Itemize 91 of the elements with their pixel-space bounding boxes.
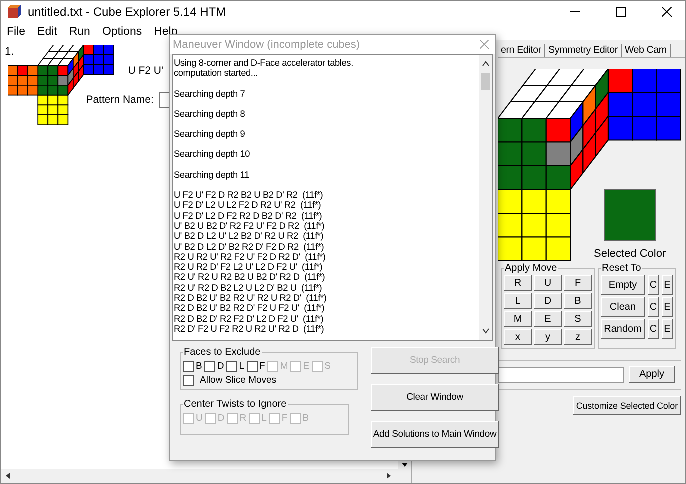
checkbox[interactable] (204, 361, 216, 372)
pattern-index: 1. (5, 46, 14, 58)
output-line: U' B2 U B2 D' R2 F2 U' F2 D R2 (11f*) (174, 220, 326, 232)
checkbox-label: R (240, 413, 247, 424)
reset-e-button[interactable]: E (662, 297, 673, 317)
checkbox[interactable] (183, 375, 194, 386)
move-button[interactable]: D (534, 293, 562, 309)
color-swatch[interactable] (604, 189, 656, 241)
checkbox-label: Allow Slice Moves (200, 375, 277, 386)
customize-color-button[interactable]: Customize Selected Color (573, 396, 681, 415)
horizontal-scrollbar[interactable] (1, 469, 411, 483)
dialog-title: Maneuver Window (incomplete cubes) (173, 38, 360, 50)
checkbox-label: B (302, 413, 310, 424)
apply-button[interactable]: Apply (629, 366, 675, 383)
right-arrow-icon[interactable] (385, 472, 393, 480)
reset-c-button[interactable]: C (648, 319, 659, 339)
move-button[interactable]: U (534, 275, 562, 291)
reset-button[interactable]: Empty (601, 275, 645, 295)
move-button[interactable]: x (504, 329, 532, 345)
reset-c-button[interactable]: C (648, 275, 659, 295)
output-line: U F2 U' F2 D R2 B2 U B2 D' R2 (11f*) (174, 190, 324, 200)
output-line: Searching depth 9 (174, 129, 246, 140)
menu-item[interactable]: Options (102, 26, 142, 38)
output-line: U F2 D' L2 U L2 F2 D R2 U' R2 (11f*) (174, 200, 322, 211)
checkbox-label: B (196, 361, 202, 372)
move-button[interactable]: y (534, 329, 562, 345)
output-line: R2 D' F2 U F2 R2 U R2 U' R2 D (11f*) (174, 324, 326, 334)
checkbox-label: U (196, 413, 203, 424)
reset-c-button[interactable]: C (648, 297, 659, 317)
output-line: Using 8-corner and D-Face accelerator tables. (174, 58, 354, 68)
output-line: U' B2 D L2 D' B2 R2 D' F2 D R2 (11f*) (174, 242, 326, 252)
checkbox-label: M (280, 361, 288, 372)
checkbox-label: E (303, 361, 310, 372)
output-line: R2 D B2 D' R2 F2 D' L2 D F2 U' (11f*) (174, 314, 325, 324)
output-line: R2 D B2 U' B2 R2 D' F2 U F2 U' (11f*) (174, 303, 325, 314)
move-button[interactable]: L (504, 293, 532, 309)
dialog-button[interactable]: Clear Window (371, 384, 499, 411)
swatch-label: Selected Color (594, 248, 666, 260)
checkbox-label: D (218, 413, 225, 424)
output-line: R2 D B2 U' B2 R2 U' R2 U R2 D' (11f*) (174, 293, 328, 304)
checkbox-label: D (217, 361, 224, 372)
reset-button[interactable]: Random (601, 319, 645, 339)
maneuver-input[interactable] (498, 366, 624, 382)
group-title: Apply Move (504, 263, 558, 274)
output-line: R2 U' R2 D B2 L2 U L2 D' B2 U (11f*) (174, 282, 324, 294)
output-line: R2 U R2 U' R2 F2 U' F2 D R2 D' (11f*) (174, 252, 327, 262)
checkbox-label: S (324, 361, 331, 372)
vertical-scrollbar[interactable] (479, 55, 492, 340)
group-title: Reset To (601, 263, 642, 274)
output-line: Searching depth 7 (174, 88, 246, 99)
left-arrow-icon[interactable] (4, 472, 12, 480)
reset-e-button[interactable]: E (662, 319, 673, 339)
reset-e-button[interactable]: E (662, 275, 673, 295)
move-button[interactable]: R (504, 275, 532, 291)
output-line: Searching depth 10 (174, 149, 252, 160)
group-title: Center Twists to Ignore (183, 399, 288, 410)
pattern-name-label: Pattern Name: (86, 94, 154, 106)
dialog-button[interactable]: Add Solutions to Main Window (371, 421, 499, 448)
app-icon (7, 5, 21, 19)
output-line: U F2 D' L2 D F2 R2 D B2 D' R2 (11f*) (174, 210, 324, 221)
checkbox[interactable] (246, 361, 258, 372)
checkbox-label: F (260, 361, 266, 372)
output-line: computation started... (174, 68, 259, 79)
output-line: R2 U' R2 U R2 B2 U B2 D' R2 D (11f*) (174, 272, 326, 283)
menu-item[interactable]: File (7, 26, 26, 38)
checkbox-label: F (282, 413, 288, 424)
output-line: Searching depth 11 (174, 170, 250, 180)
reset-button[interactable]: Clean (601, 297, 645, 317)
window-title: untitled.txt - Cube Explorer 5.14 HTM (28, 5, 226, 19)
move-button[interactable]: E (534, 311, 562, 327)
output-line: U' B2 D L2 U' L2 B2 D' R2 U R2 (11f*) (174, 231, 325, 242)
output-line: Searching depth 8 (174, 108, 246, 120)
checkbox-label: L (239, 361, 245, 372)
checkbox[interactable] (226, 361, 238, 372)
close-icon[interactable] (662, 7, 672, 17)
tab[interactable]: Web Cam (622, 44, 671, 57)
group-title: Faces to Exclude (183, 347, 262, 358)
down-arrow-icon[interactable] (400, 461, 408, 469)
move-button[interactable]: z (564, 329, 592, 345)
move-button[interactable]: B (564, 293, 592, 309)
move-button[interactable]: F (564, 275, 592, 291)
move-button[interactable]: S (564, 311, 592, 327)
checkbox[interactable] (183, 361, 194, 372)
tab[interactable]: ern Editor (498, 44, 546, 57)
move-button[interactable]: M (504, 311, 532, 327)
maximize-icon[interactable] (616, 7, 626, 17)
menu-item[interactable]: Edit (38, 26, 58, 38)
checkbox-label: L (262, 413, 267, 424)
scroll-thumb[interactable] (481, 73, 490, 90)
output-line: R2 U R2 D' F2 L2 U' L2 D F2 U' (11f*) (174, 262, 323, 272)
menu-item[interactable]: Run (69, 26, 90, 38)
